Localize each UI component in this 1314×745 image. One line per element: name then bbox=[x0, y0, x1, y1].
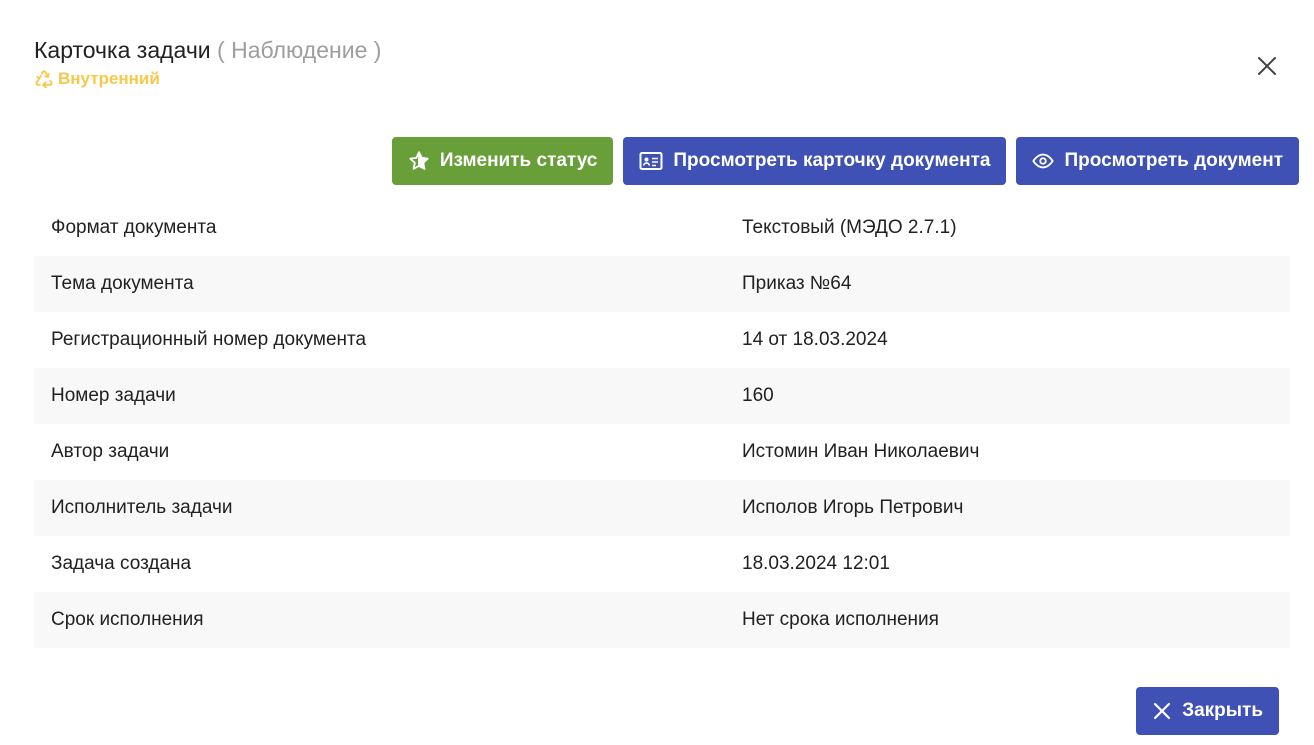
detail-row: Исполнитель задачи Исполов Игорь Петрови… bbox=[34, 480, 1290, 536]
view-document-card-label: Просмотреть карточку документа bbox=[673, 150, 991, 171]
detail-label: Регистрационный номер документа bbox=[51, 329, 367, 350]
detail-label: Автор задачи bbox=[51, 441, 170, 462]
view-document-label: Просмотреть документ bbox=[1064, 150, 1283, 171]
change-status-button[interactable]: Изменить статус bbox=[391, 137, 614, 185]
detail-label: Номер задачи bbox=[51, 385, 176, 406]
detail-label: Исполнитель задачи bbox=[51, 497, 233, 518]
view-document-button[interactable]: Просмотреть документ bbox=[1016, 137, 1299, 185]
detail-label: Срок исполнения bbox=[51, 609, 204, 630]
star-icon bbox=[409, 151, 429, 170]
detail-value: Текстовый (МЭДО 2.7.1) bbox=[742, 217, 957, 238]
detail-value: Нет срока исполнения bbox=[742, 609, 939, 630]
task-card-dialog: Карточка задачи ( Наблюдение ) Внутренни… bbox=[0, 0, 1314, 745]
detail-row: Номер задачи 160 bbox=[34, 368, 1290, 424]
dialog-title-text: Карточка задачи bbox=[34, 37, 211, 63]
detail-value: 18.03.2024 12:01 bbox=[742, 553, 890, 574]
close-button-label: Закрыть bbox=[1182, 700, 1263, 721]
action-toolbar: Изменить статус Просмотреть карточку док… bbox=[391, 137, 1299, 185]
recycle-icon bbox=[35, 70, 53, 89]
detail-value: 160 bbox=[742, 385, 774, 406]
detail-value: 14 от 18.03.2024 bbox=[742, 329, 888, 350]
detail-row: Регистрационный номер документа 14 от 18… bbox=[34, 312, 1290, 368]
detail-row: Формат документа Текстовый (МЭДО 2.7.1) bbox=[34, 200, 1290, 256]
detail-value: Исполов Игорь Петрович bbox=[742, 497, 964, 518]
internal-badge: Внутренний bbox=[34, 68, 381, 90]
detail-row: Срок исполнения Нет срока исполнения bbox=[34, 592, 1290, 648]
detail-label: Тема документа bbox=[51, 273, 194, 294]
detail-label: Формат документа bbox=[51, 217, 217, 238]
detail-value: Приказ №64 bbox=[742, 273, 852, 294]
dialog-title-mode: ( Наблюдение ) bbox=[217, 37, 382, 63]
close-icon bbox=[1154, 702, 1171, 720]
detail-row: Тема документа Приказ №64 bbox=[34, 256, 1290, 312]
detail-label: Задача создана bbox=[51, 553, 192, 574]
id-card-icon bbox=[639, 152, 663, 170]
task-details-table: Формат документа Текстовый (МЭДО 2.7.1) … bbox=[34, 200, 1290, 648]
badge-label: Внутренний bbox=[58, 69, 160, 88]
close-icon[interactable] bbox=[1254, 53, 1280, 79]
detail-row: Задача создана 18.03.2024 12:01 bbox=[34, 536, 1290, 592]
dialog-header: Карточка задачи ( Наблюдение ) Внутренни… bbox=[34, 34, 381, 90]
view-document-card-button[interactable]: Просмотреть карточку документа bbox=[623, 137, 1007, 185]
detail-row: Автор задачи Истомин Иван Николаевич bbox=[34, 424, 1290, 480]
eye-icon bbox=[1032, 153, 1055, 169]
close-button[interactable]: Закрыть bbox=[1136, 687, 1279, 735]
change-status-label: Изменить статус bbox=[439, 150, 598, 171]
dialog-title: Карточка задачи ( Наблюдение ) bbox=[34, 34, 381, 66]
detail-value: Истомин Иван Николаевич bbox=[742, 441, 980, 462]
